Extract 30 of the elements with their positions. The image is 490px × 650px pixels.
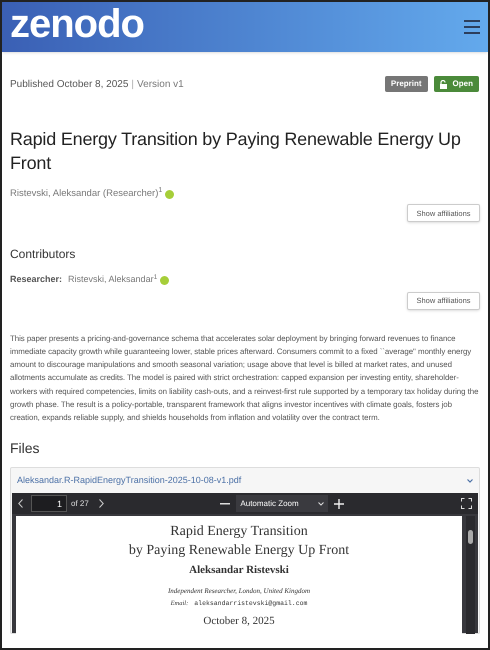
- document-title: by Paying Renewable Energy Up Front: [128, 542, 350, 560]
- role-label: Researcher:: [10, 273, 62, 286]
- file-link[interactable]: Aleksandar.R-RapidEnergyTransition-2025-10-08-v1.pdf: [17, 474, 242, 488]
- document-title: Rapid Energy Transition: [170, 523, 308, 542]
- document-author: Aleksandar Ristevski: [189, 563, 289, 578]
- scroll-bar[interactable]: [466, 516, 475, 634]
- version-label: Version v1: [137, 78, 184, 90]
- page-number-field[interactable]: 1: [31, 495, 67, 512]
- publication-date: Published October 8, 2025: [10, 78, 128, 90]
- resource-type-badge: Preprint: [384, 76, 428, 92]
- separator: |: [131, 78, 134, 90]
- unlock-icon: [440, 80, 448, 88]
- menu-icon[interactable]: [464, 20, 480, 34]
- contributor-name[interactable]: Ristevski, Aleksandar$^{1}$: [68, 273, 158, 287]
- zenodo-logo[interactable]: zenodo: [10, 4, 144, 44]
- next-page-icon[interactable]: [98, 499, 104, 508]
- zoom-select[interactable]: Automatic Zoom: [236, 495, 328, 512]
- record-title: Rapid Energy Transition by Paying Renewable Energy Up Front: [10, 128, 462, 175]
- previous-page-icon[interactable]: [18, 499, 23, 508]
- caret-icon: [318, 502, 324, 506]
- zoom-in-icon[interactable]: [334, 498, 344, 509]
- fullscreen-icon[interactable]: [461, 498, 472, 510]
- document-date: October 8, 2025: [203, 614, 275, 629]
- open-access-badge: Open: [434, 76, 479, 92]
- section-heading: Contributors: [10, 246, 76, 264]
- section-heading: Files: [10, 439, 41, 458]
- page-count: of 27: [71, 498, 89, 510]
- zoom-out-icon[interactable]: [220, 502, 230, 505]
- creator-name[interactable]: Ristevski, Aleksandar (Researcher)$^{1}$: [10, 187, 162, 202]
- chevron-down-icon[interactable]: [467, 478, 473, 483]
